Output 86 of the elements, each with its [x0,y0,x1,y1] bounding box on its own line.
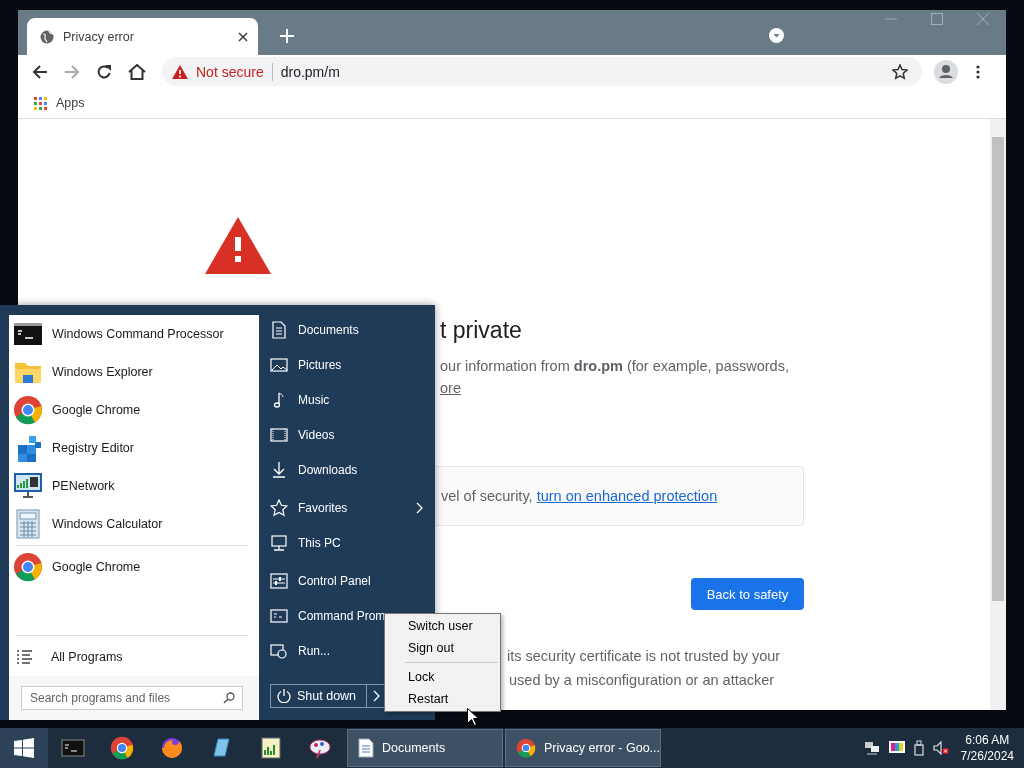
warning-icon [172,64,188,79]
document-icon [270,320,288,339]
network-icon[interactable] [863,741,880,755]
home-icon[interactable] [128,63,146,80]
browser-icon [13,395,43,425]
reload-icon[interactable] [96,63,112,80]
muted-speaker-icon[interactable] [932,741,949,755]
film-icon [270,425,288,444]
menu-item[interactable]: Control Panel [270,563,423,598]
document-icon [358,738,374,758]
terminal-icon[interactable] [60,736,85,760]
picture-icon [270,355,288,374]
address-bar[interactable]: Not secure dro.pm/m [162,57,922,86]
protection-text: vel of security, [441,488,534,504]
star-icon [270,498,288,517]
calculator-icon [13,509,43,539]
menu-item[interactable]: Pictures [270,347,423,382]
search-field[interactable]: Search programs and files [21,686,243,710]
plus-icon[interactable] [280,29,294,43]
menu-item[interactable]: Downloads [270,452,423,487]
chart-icon[interactable] [258,736,283,760]
close-icon[interactable] [238,31,248,42]
menu-item[interactable]: Switch user [385,615,500,637]
program-item[interactable]: Windows Calculator [9,505,259,543]
taskbar-button[interactable]: Privacy error - Goo... [505,729,661,767]
shut-down-button[interactable]: Shut down [270,684,367,708]
all-programs-item[interactable]: All Programs [9,638,259,676]
menu-item[interactable]: This PC [270,525,423,560]
browser-icon [516,738,536,758]
details-text: used by a misconfiguration or an attacker [509,671,775,690]
back-to-safety-button[interactable]: Back to safety [691,578,804,610]
download-icon [270,460,288,479]
program-item[interactable]: Google Chrome [9,548,259,586]
program-item[interactable]: Windows Explorer [9,353,259,391]
list-icon [17,649,33,665]
url-text: dro.pm/m [280,63,340,80]
program-item[interactable]: Registry Editor [9,429,259,467]
taskbar-button[interactable]: Documents [347,729,503,767]
browser-tab[interactable]: Privacy error [27,18,258,55]
learn-more-link[interactable]: ore [440,380,461,396]
menu-item[interactable]: Lock [385,666,500,688]
details-text: its security certificate is not trusted by your [507,647,781,666]
bookmark-item[interactable]: Apps [34,96,85,110]
network-monitor-icon [13,471,43,501]
star-icon[interactable] [892,63,908,80]
globe-icon [40,29,54,44]
program-item[interactable]: PENetwork [9,467,259,505]
monitor-icon [270,533,288,552]
windows-logo-icon [14,738,34,758]
paint-icon[interactable] [308,736,333,760]
back-icon[interactable] [32,63,48,80]
display-icon[interactable] [888,741,905,755]
fox-icon[interactable] [159,736,184,760]
menu-item[interactable]: Restart [385,688,500,710]
warning-text: our information from dro.pm (for example, passwords, [440,358,789,374]
usb-drive-icon[interactable] [913,740,924,756]
menu-item[interactable]: Sign out [385,637,500,659]
start-button[interactable] [0,728,48,768]
chevron-icon [416,501,423,514]
menu-item[interactable]: Favorites [270,490,423,525]
clock-time: 6:06 AM [965,732,1010,748]
menu-item[interactable]: Documents [270,312,423,347]
menu-icon[interactable] [976,64,980,79]
control-panel-icon [270,571,288,590]
avatar-icon[interactable] [934,59,958,84]
pointer-icon [467,708,478,726]
browser-icon[interactable] [110,736,135,760]
scrollbar-thumb[interactable] [992,137,1004,601]
clock-date: 7/26/2024 [960,748,1014,764]
grid-icon [34,96,47,110]
program-item[interactable]: Windows Command Processor [9,315,259,353]
warning-icon [205,217,271,274]
browser-icon [13,552,43,582]
menu-item[interactable]: Videos [270,417,423,452]
tab-title: Privacy error [63,29,135,44]
chevron-icon [373,690,380,702]
menu-item[interactable]: Music [270,382,423,417]
dropdown-icon[interactable] [769,28,784,43]
program-item[interactable]: Google Chrome [9,391,259,429]
security-label: Not secure [196,63,264,80]
search-icon [223,692,235,704]
run-icon [270,641,288,660]
terminal-icon [270,606,288,625]
page-heading: t private [440,317,522,344]
power-icon [277,689,291,703]
enhanced-protection-link[interactable]: turn on enhanced protection [536,488,718,504]
